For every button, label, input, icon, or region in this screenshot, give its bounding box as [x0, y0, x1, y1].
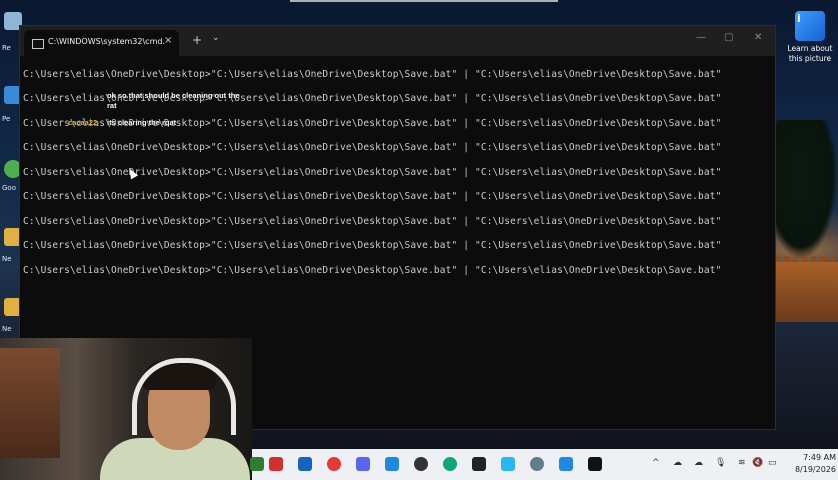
maximize-button[interactable]: ▢ — [724, 32, 733, 43]
microphone-icon[interactable]: 🎙 — [715, 458, 726, 468]
battery-icon[interactable]: ▭ — [768, 458, 777, 468]
headset-icon — [132, 358, 236, 435]
chevron-down-icon[interactable]: ⌄ — [212, 33, 220, 43]
app-icon[interactable] — [250, 457, 264, 471]
chat-message-continued: rat — [107, 101, 117, 110]
desktop-icon-label: Ne — [2, 255, 12, 263]
learn-about-picture-label[interactable]: Learn about this picture — [782, 44, 838, 64]
terminal-line: C:\Users\elias\OneDrive\Desktop>"C:\User… — [23, 216, 722, 227]
settings-icon[interactable] — [530, 457, 544, 471]
webcam-background-shelf — [0, 348, 60, 458]
wallpaper-wall — [775, 256, 838, 322]
dev-app-icon[interactable] — [414, 457, 428, 471]
terminal-line: C:\Users\elias\OneDrive\Desktop>"C:\User… — [23, 265, 722, 276]
chat-username: cacaa22 — [68, 118, 98, 127]
desktop-icon-label: Pe — [2, 115, 11, 123]
clock-time[interactable]: 7:49 AM — [786, 453, 836, 462]
terminal-app-icon[interactable] — [472, 457, 486, 471]
wallpaper-tree — [776, 120, 838, 260]
taskbar[interactable]: ^ ☁ ☁ 🎙 ≋ 🔇 ▭ 7:49 AM 8/19/2026 — [250, 449, 838, 480]
desktop-icon-label: Ne — [2, 325, 12, 333]
close-window-button[interactable]: ✕ — [754, 32, 762, 43]
chat-message: its clearing the rqat — [107, 118, 177, 127]
terminal-line: C:\Users\elias\OneDrive\Desktop>"C:\User… — [23, 69, 722, 80]
cloud-sync-icon[interactable]: ☁ — [694, 458, 703, 468]
clock-date[interactable]: 8/19/2026 — [786, 465, 836, 474]
window-titlebar[interactable]: C:\WINDOWS\system32\cmd. × + ⌄ — ▢ ✕ — [20, 26, 775, 56]
defender-icon[interactable] — [559, 457, 573, 471]
cmd-icon — [32, 39, 44, 49]
wifi-icon[interactable]: ≋ — [738, 458, 746, 468]
terminal-line: C:\Users\elias\OneDrive\Desktop>"C:\User… — [23, 191, 722, 202]
speaker-muted-icon[interactable]: 🔇 — [752, 458, 763, 468]
tab-cmd[interactable]: C:\WINDOWS\system32\cmd. × — [24, 30, 179, 56]
new-tab-button[interactable]: + — [192, 33, 202, 47]
acrobat-icon[interactable] — [327, 457, 341, 471]
desktop-icon-label: Goo — [2, 184, 16, 192]
tab-title: C:\WINDOWS\system32\cmd. — [48, 37, 165, 46]
terminal-line: C:\Users\elias\OneDrive\Desktop>"C:\User… — [23, 142, 722, 153]
outlook-icon[interactable] — [385, 457, 399, 471]
webcam-overlay — [0, 338, 252, 480]
chat-message: ok so that should be cleaning out the — [107, 91, 240, 100]
edge-icon[interactable] — [443, 457, 457, 471]
cmd-icon[interactable] — [588, 457, 602, 471]
notepad-icon[interactable] — [501, 457, 515, 471]
tray-chevron-icon[interactable]: ^ — [652, 458, 660, 468]
screen-top-strip — [290, 0, 558, 2]
minimize-button[interactable]: — — [696, 32, 706, 43]
lexis-l-icon[interactable] — [269, 457, 283, 471]
desktop-icon-label: Re — [2, 44, 11, 52]
close-tab-button[interactable]: × — [164, 35, 172, 46]
learn-about-picture-icon[interactable]: i — [795, 11, 825, 41]
terminal-line: C:\Users\elias\OneDrive\Desktop>"C:\User… — [23, 240, 722, 251]
store-icon[interactable] — [298, 457, 312, 471]
onedrive-icon[interactable]: ☁ — [673, 458, 682, 468]
discord-icon[interactable] — [356, 457, 370, 471]
